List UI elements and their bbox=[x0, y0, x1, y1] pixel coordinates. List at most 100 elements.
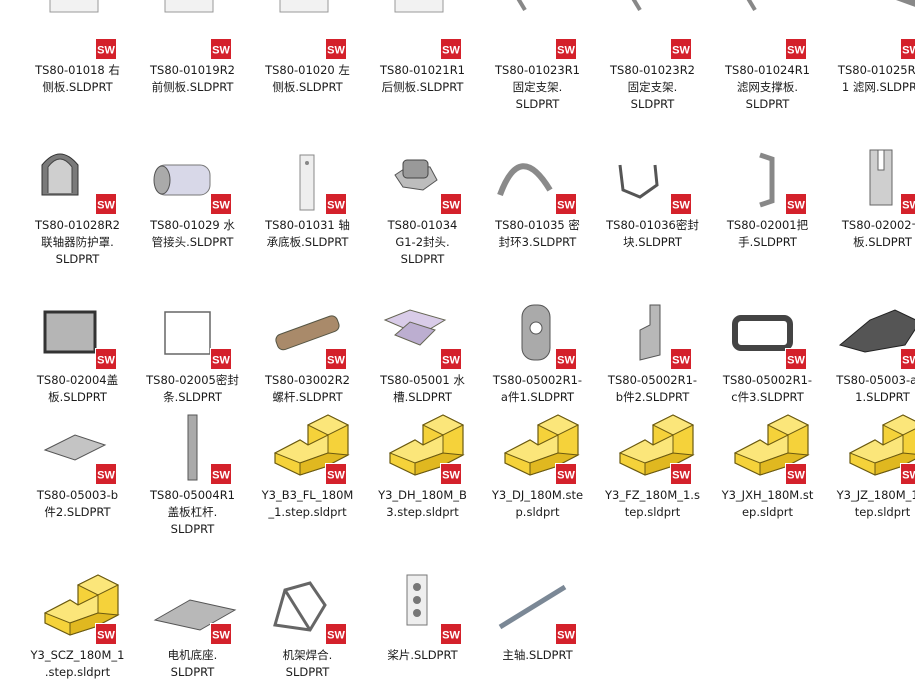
svg-text:SW: SW bbox=[212, 470, 230, 482]
file-thumbnail: SW bbox=[480, 135, 595, 215]
file-item[interactable]: SW TS80-01024R1 滤网支撑板. SLDPRT bbox=[710, 0, 825, 113]
rear-side-plate-icon bbox=[394, 0, 444, 13]
svg-text:SW: SW bbox=[442, 355, 460, 367]
file-item[interactable]: SW Y3_JXH_180M.st ep.sldprt bbox=[710, 405, 825, 521]
file-item[interactable]: SW TS80-01023R2 固定支架. SLDPRT bbox=[595, 0, 710, 113]
file-item[interactable]: SW Y3_DJ_180M.ste p.sldprt bbox=[480, 405, 595, 521]
front-side-plate-icon bbox=[164, 0, 214, 13]
file-name: TS80-02004盖 板.SLDPRT bbox=[36, 373, 119, 404]
file-item[interactable]: SW 主轴.SLDPRT bbox=[480, 565, 595, 664]
file-item[interactable]: SW TS80-01034 G1-2封头. SLDPRT bbox=[365, 135, 480, 268]
file-item[interactable]: SW 桨片.SLDPRT bbox=[365, 565, 480, 664]
svg-text:SW: SW bbox=[212, 200, 230, 212]
solidworks-badge-icon: SW bbox=[95, 193, 117, 215]
solidworks-badge-icon: SW bbox=[440, 463, 462, 485]
solidworks-badge-icon: SW bbox=[325, 193, 347, 215]
imported-solid-icon bbox=[43, 574, 120, 636]
file-item[interactable]: SW TS80-01036密封 块.SLDPRT bbox=[595, 135, 710, 251]
seal-ring-icon bbox=[497, 163, 553, 197]
file-item[interactable]: SW TS80-05003-a件 1.SLDPRT bbox=[825, 290, 915, 406]
file-item[interactable]: SW TS80-05002R1- b件2.SLDPRT bbox=[595, 290, 710, 406]
file-name: Y3_DH_180M_B 3.step.sldprt bbox=[378, 488, 467, 519]
file-name: 桨片.SLDPRT bbox=[387, 648, 458, 662]
file-name: TS80-02002卡 板.SLDPRT bbox=[841, 218, 915, 249]
file-thumbnail: SW bbox=[825, 0, 915, 60]
right-side-plate-icon bbox=[49, 0, 99, 13]
plate-b-icon bbox=[43, 434, 107, 461]
file-item[interactable]: SW 机架焊合. SLDPRT bbox=[250, 565, 365, 681]
svg-text:SW: SW bbox=[902, 45, 915, 57]
file-item[interactable]: SW TS80-05001 水 槽.SLDPRT bbox=[365, 290, 480, 406]
file-name: Y3_FZ_180M_1.s tep.sldprt bbox=[605, 488, 700, 519]
solidworks-badge-icon: SW bbox=[95, 38, 117, 60]
file-item[interactable]: SW TS80-01020 左 侧板.SLDPRT bbox=[250, 0, 365, 96]
file-item[interactable]: SW TS80-01023R1 固定支架. SLDPRT bbox=[480, 0, 595, 113]
file-item[interactable]: SW Y3_DH_180M_B 3.step.sldprt bbox=[365, 405, 480, 521]
solidworks-badge-icon: SW bbox=[785, 348, 807, 370]
screw-rod-icon bbox=[275, 315, 340, 351]
file-item[interactable]: SW TS80-05002R1- a件1.SLDPRT bbox=[480, 290, 595, 406]
file-item[interactable]: SW Y3_B3_FL_180M _1.step.sldprt bbox=[250, 405, 365, 521]
svg-text:SW: SW bbox=[672, 45, 690, 57]
file-item[interactable]: SW TS80-03002R2 螺杆.SLDPRT bbox=[250, 290, 365, 406]
solidworks-badge-icon: SW bbox=[900, 463, 915, 485]
file-name: TS80-01029 水 管接头.SLDPRT bbox=[150, 218, 235, 249]
svg-text:SW: SW bbox=[442, 200, 460, 212]
solidworks-badge-icon: SW bbox=[555, 463, 577, 485]
coupling-guard-icon bbox=[41, 153, 79, 196]
file-item[interactable]: SW TS80-01029 水 管接头.SLDPRT bbox=[135, 135, 250, 251]
file-item[interactable]: SW TS80-01031 轴 承底板.SLDPRT bbox=[250, 135, 365, 251]
file-item[interactable]: SW TS80-01025R1- 1 滤网.SLDPRT bbox=[825, 0, 915, 96]
file-item[interactable]: SW TS80-05002R1- c件3.SLDPRT bbox=[710, 290, 825, 406]
file-item[interactable]: SW Y3_SCZ_180M_1 .step.sldprt bbox=[20, 565, 135, 681]
file-thumbnail: SW bbox=[250, 290, 365, 370]
file-name: TS80-01034 G1-2封头. SLDPRT bbox=[387, 218, 458, 266]
file-name: TS80-05002R1- b件2.SLDPRT bbox=[607, 373, 698, 404]
solidworks-badge-icon: SW bbox=[670, 38, 692, 60]
file-thumbnail: SW bbox=[710, 405, 825, 485]
seal-strip-icon bbox=[164, 311, 211, 355]
svg-text:SW: SW bbox=[902, 200, 915, 212]
file-item[interactable]: SW TS80-01019R2 前侧板.SLDPRT bbox=[135, 0, 250, 96]
svg-text:SW: SW bbox=[97, 630, 115, 642]
file-item[interactable]: SW TS80-05003-b 件2.SLDPRT bbox=[20, 405, 135, 521]
imported-solid-icon bbox=[273, 414, 350, 476]
paddle-icon bbox=[406, 574, 428, 626]
solidworks-badge-icon: SW bbox=[440, 193, 462, 215]
cover-plate-icon bbox=[43, 310, 97, 354]
file-name: TS80-05002R1- c件3.SLDPRT bbox=[722, 373, 813, 404]
solidworks-badge-icon: SW bbox=[555, 623, 577, 645]
file-item[interactable]: SW TS80-01035 密 封环3.SLDPRT bbox=[480, 135, 595, 251]
svg-text:SW: SW bbox=[787, 355, 805, 367]
lever-icon bbox=[187, 414, 198, 481]
file-name: TS80-05002R1- a件1.SLDPRT bbox=[492, 373, 583, 404]
solidworks-badge-icon: SW bbox=[440, 348, 462, 370]
file-item[interactable]: SW TS80-01021R1 后侧板.SLDPRT bbox=[365, 0, 480, 96]
solidworks-badge-icon: SW bbox=[900, 193, 915, 215]
file-item[interactable]: SW TS80-02004盖 板.SLDPRT bbox=[20, 290, 135, 406]
svg-text:SW: SW bbox=[787, 200, 805, 212]
file-item[interactable]: SW TS80-02002卡 板.SLDPRT bbox=[825, 135, 915, 251]
bearing-plate-icon bbox=[299, 154, 315, 211]
file-item[interactable]: SW TS80-01018 右 侧板.SLDPRT bbox=[20, 0, 135, 96]
solidworks-badge-icon: SW bbox=[555, 193, 577, 215]
file-item[interactable]: SW Y3_FZ_180M_1.s tep.sldprt bbox=[595, 405, 710, 521]
file-item[interactable]: SW TS80-05004R1 盖板杠杆. SLDPRT bbox=[135, 405, 250, 538]
file-item[interactable]: SW TS80-01028R2 联轴器防护罩. SLDPRT bbox=[20, 135, 135, 268]
file-item[interactable]: SW 电机底座. SLDPRT bbox=[135, 565, 250, 681]
solidworks-badge-icon: SW bbox=[785, 193, 807, 215]
file-thumbnail: SW bbox=[135, 405, 250, 485]
file-name: TS80-05001 水 槽.SLDPRT bbox=[380, 373, 465, 404]
file-name: TS80-05004R1 盖板杠杆. SLDPRT bbox=[150, 488, 235, 536]
file-item[interactable]: SW Y3_JZ_180M_1.s tep.sldprt bbox=[825, 405, 915, 521]
solidworks-badge-icon: SW bbox=[670, 348, 692, 370]
file-name: TS80-02001把 手.SLDPRT bbox=[726, 218, 809, 249]
svg-text:SW: SW bbox=[902, 470, 915, 482]
file-name: TS80-01020 左 侧板.SLDPRT bbox=[265, 63, 350, 94]
water-tank-icon bbox=[383, 309, 447, 346]
file-item[interactable]: SW TS80-02005密封 条.SLDPRT bbox=[135, 290, 250, 406]
solidworks-badge-icon: SW bbox=[670, 193, 692, 215]
main-shaft-icon bbox=[498, 584, 567, 630]
file-thumbnail: SW bbox=[595, 290, 710, 370]
file-item[interactable]: SW TS80-02001把 手.SLDPRT bbox=[710, 135, 825, 251]
